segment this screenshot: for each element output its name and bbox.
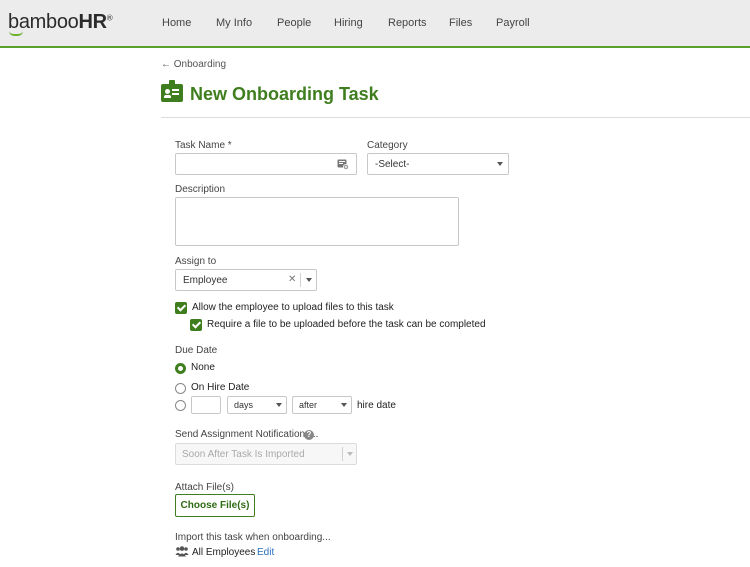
top-navigation-bar: bambooHR® Home My Info People Hiring Rep…: [0, 0, 750, 48]
notifications-label: Send Assignment Notifications...: [175, 429, 318, 440]
category-label: Category: [367, 140, 408, 151]
due-date-label: Due Date: [175, 345, 217, 356]
logo-smile-icon: [9, 31, 23, 36]
assign-to-select[interactable]: Employee ✕: [175, 269, 317, 291]
import-label: Import this task when onboarding...: [175, 532, 331, 543]
nav-hiring[interactable]: Hiring: [334, 17, 363, 29]
description-label: Description: [175, 184, 225, 195]
bamboohr-logo[interactable]: bambooHR®: [8, 11, 112, 34]
clear-icon[interactable]: ✕: [288, 274, 296, 285]
due-relative-radio[interactable]: [175, 400, 186, 411]
due-none-label: None: [191, 362, 215, 373]
description-textarea[interactable]: [175, 197, 459, 246]
nav-payroll[interactable]: Payroll: [496, 17, 530, 29]
nav-files[interactable]: Files: [449, 17, 472, 29]
nav-reports[interactable]: Reports: [388, 17, 427, 29]
chevron-down-icon: [341, 403, 347, 407]
days-count-input[interactable]: [191, 396, 221, 414]
task-name-input[interactable]: [175, 153, 357, 175]
users-group-icon: [175, 546, 189, 557]
insert-field-icon[interactable]: [337, 158, 349, 170]
import-scope-value: All Employees: [192, 547, 255, 558]
require-file-checkbox[interactable]: [190, 319, 202, 331]
chevron-down-icon: [276, 403, 282, 407]
assign-to-label: Assign to: [175, 256, 216, 267]
chevron-down-icon[interactable]: [306, 278, 312, 282]
nav-people[interactable]: People: [277, 17, 311, 29]
allow-upload-checkbox[interactable]: [175, 302, 187, 314]
nav-my-info[interactable]: My Info: [216, 17, 252, 29]
id-card-icon: [161, 84, 183, 102]
category-select[interactable]: -Select-: [367, 153, 509, 175]
page-title: New Onboarding Task: [190, 84, 379, 105]
chevron-down-icon: [497, 162, 503, 166]
relation-select[interactable]: after: [292, 396, 352, 414]
hire-date-suffix: hire date: [357, 400, 396, 411]
choose-files-button[interactable]: Choose File(s): [175, 494, 255, 517]
back-to-onboarding-link[interactable]: ← Onboarding: [161, 59, 226, 70]
due-on-hire-label: On Hire Date: [191, 382, 249, 393]
allow-upload-label: Allow the employee to upload files to th…: [192, 302, 394, 313]
notifications-select: Soon After Task Is Imported: [175, 443, 357, 465]
days-unit-select[interactable]: days: [227, 396, 287, 414]
help-icon[interactable]: ?: [304, 430, 314, 440]
chevron-down-icon: [347, 452, 353, 456]
edit-import-link[interactable]: Edit: [257, 547, 274, 558]
require-file-label: Require a file to be uploaded before the…: [207, 319, 486, 330]
due-none-radio[interactable]: [175, 363, 186, 374]
due-on-hire-radio[interactable]: [175, 383, 186, 394]
nav-home[interactable]: Home: [162, 17, 191, 29]
attach-files-label: Attach File(s): [175, 482, 234, 493]
task-name-label: Task Name *: [175, 140, 232, 151]
title-divider: [161, 117, 750, 118]
